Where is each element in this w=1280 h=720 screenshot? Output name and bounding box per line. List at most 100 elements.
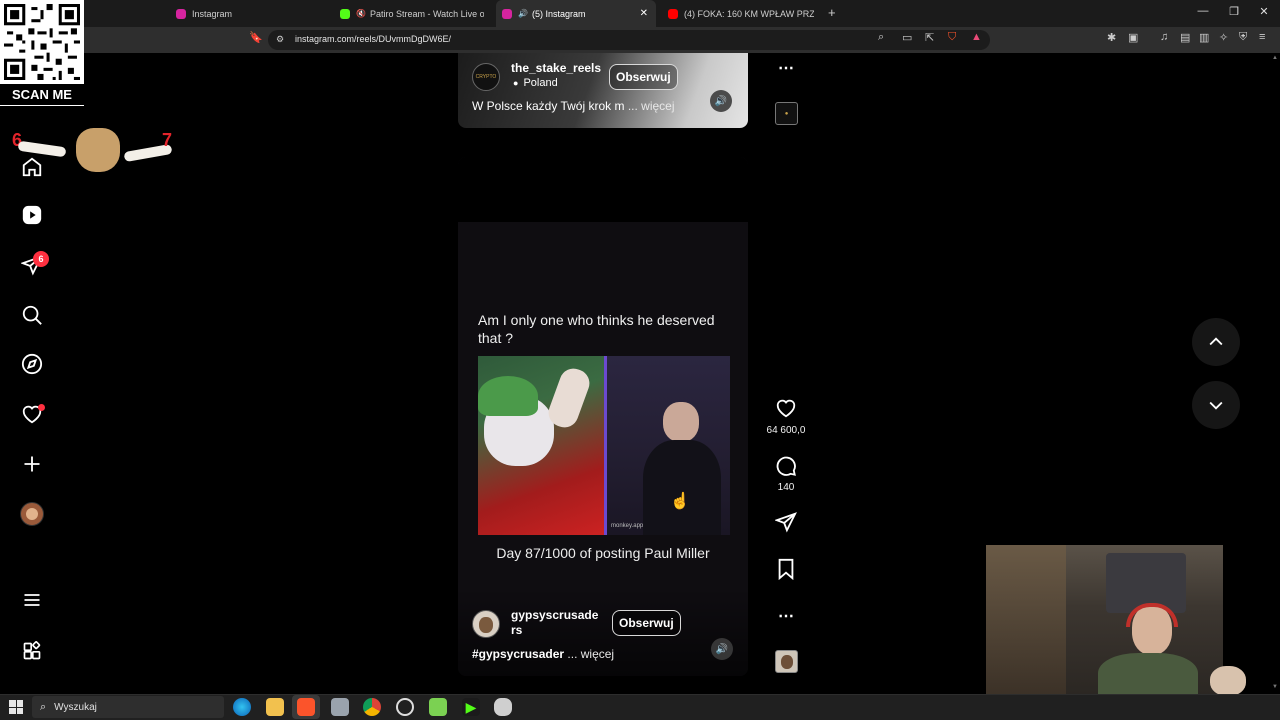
obs-app-icon[interactable] <box>396 698 414 716</box>
kick-app-icon[interactable]: ▶ <box>462 698 480 716</box>
youtube-favicon-icon <box>668 8 678 19</box>
taskbar-search[interactable]: ⌕ Wyszukaj <box>32 696 224 718</box>
tab-instagram-active[interactable]: 🔊 (5) Instagram ✕ <box>496 0 656 27</box>
previous-reel-button[interactable] <box>1192 318 1240 366</box>
home-icon[interactable] <box>20 155 44 179</box>
reel-caption: W Polsce każdy Twój krok m ... więcej <box>472 99 675 113</box>
share-icon[interactable] <box>774 511 798 538</box>
top-reel-more-options-icon[interactable]: ⋯ <box>774 58 798 78</box>
more-apps-icon[interactable] <box>20 639 44 663</box>
reading-list-icon[interactable]: ▤ <box>1180 31 1190 44</box>
avatar-face <box>479 617 493 633</box>
follow-button[interactable]: Obserwuj <box>612 610 681 636</box>
share-icon[interactable]: ⇱ <box>925 31 934 44</box>
brave-shield-icon[interactable]: ⛉ <box>948 31 956 44</box>
site-info-icon[interactable]: ⚙ <box>276 34 284 45</box>
taskbar-search-placeholder: Wyszukaj <box>54 701 97 713</box>
caption-text: W Polsce każdy Twój krok m <box>472 99 625 113</box>
cat-sticker-icon <box>76 128 120 172</box>
top-reel-audio-thumbnail[interactable]: ● <box>775 102 798 125</box>
profile-avatar[interactable] <box>20 502 44 526</box>
raised-hand-shape <box>544 364 594 432</box>
browser-menu-icon[interactable]: ≡ <box>1259 31 1265 43</box>
left-video-panel <box>478 356 604 535</box>
green-hair-shape <box>478 376 538 416</box>
reel-username[interactable]: the_stake_reels <box>511 61 601 75</box>
bookmark-icon[interactable]: 🔖 <box>249 31 263 44</box>
instagram-favicon-icon <box>176 8 186 19</box>
edge-app-icon[interactable] <box>233 698 251 716</box>
chrome-app-icon[interactable] <box>363 698 381 716</box>
search-icon[interactable] <box>20 303 44 327</box>
current-reel[interactable]: Am I only one who thinks he deserved tha… <box>458 157 748 676</box>
tab-label: Instagram <box>192 8 233 19</box>
likes-count: 64 600,0 <box>766 425 806 436</box>
caption-hashtag[interactable]: #gypsycrusader <box>472 647 564 661</box>
next-reel-button[interactable] <box>1192 381 1240 429</box>
zoom-icon[interactable]: ⌕ <box>878 31 884 44</box>
tab-label: (4) FOKA: 160 KM WPŁAW PRZEZ BA <box>684 8 814 19</box>
reel-username[interactable]: gypsyscrusaders <box>511 608 601 638</box>
audio-thumbnail[interactable] <box>775 650 798 673</box>
bald-head-sticker <box>1210 666 1246 696</box>
create-icon[interactable] <box>20 452 44 476</box>
kick-favicon-icon <box>340 8 350 19</box>
right-video-panel: monkey.app <box>607 356 730 535</box>
vpn-icon[interactable]: ⛨ <box>1239 31 1247 44</box>
like-icon[interactable] <box>774 397 798 424</box>
new-tab-icon[interactable]: + <box>828 5 836 20</box>
discord-app-icon[interactable] <box>331 698 349 716</box>
save-icon[interactable] <box>774 558 798 585</box>
menu-icon[interactable] <box>20 588 44 612</box>
reel-overlay-text: Am I only one who thinks he deserved tha… <box>478 312 715 346</box>
explore-icon[interactable] <box>20 352 44 376</box>
more-options-icon[interactable]: ⋯ <box>774 606 798 626</box>
follow-button[interactable]: Obserwuj <box>609 64 678 90</box>
wallet-icon[interactable]: ▥ <box>1199 31 1209 44</box>
tab-youtube[interactable]: (4) FOKA: 160 KM WPŁAW PRZEZ BA <box>662 0 814 27</box>
tab-kick-stream[interactable]: 🔇 Patiro Stream - Watch Live on Ki <box>334 0 484 27</box>
tab-label: Patiro Stream - Watch Live on Ki <box>369 8 484 19</box>
url-text: instagram.com/reels/DUvmmDgDW6E/ <box>295 34 452 44</box>
chevron-down-icon <box>1209 401 1223 410</box>
system-tray-app-icon[interactable] <box>494 698 512 716</box>
sound-toggle-icon[interactable]: 🔊 <box>711 638 733 660</box>
media-icon[interactable]: ♫ <box>1160 31 1168 43</box>
sound-toggle-icon[interactable]: 🔊 <box>710 90 732 112</box>
reel-location[interactable]: ● Poland <box>513 77 558 89</box>
leo-ai-icon[interactable]: ✧ <box>1219 31 1228 44</box>
scan-me-label: SCAN ME <box>0 84 84 105</box>
cast-icon[interactable]: ▭ <box>902 31 912 44</box>
tab-instagram-1[interactable]: Instagram <box>170 0 330 27</box>
brave-app-icon[interactable] <box>297 698 315 716</box>
reel-caption: #gypsycrusader ... więcej <box>472 647 614 661</box>
muted-speaker-icon: 🔇 <box>356 9 366 18</box>
previous-reel[interactable]: CRYPTO the_stake_reels ● Poland Obserwuj… <box>458 53 748 128</box>
reel-author-avatar[interactable]: CRYPTO <box>472 63 500 91</box>
location-pin-icon: ● <box>513 78 519 88</box>
streaming-app-icon[interactable] <box>429 698 447 716</box>
location-label: Poland <box>523 77 558 89</box>
brave-rewards-icon[interactable]: ▲ <box>971 31 982 43</box>
reels-icon[interactable] <box>20 203 44 227</box>
close-tab-icon[interactable]: ✕ <box>640 8 648 19</box>
mouse-cursor-icon: ☝ <box>670 493 690 510</box>
minimize-icon[interactable]: — <box>1194 5 1212 17</box>
reel-top-band <box>458 157 748 222</box>
more-link[interactable]: ... więcej <box>628 99 675 113</box>
windows-start-icon[interactable] <box>9 700 23 714</box>
comment-icon[interactable] <box>774 455 798 482</box>
extensions-icon[interactable]: ✱ <box>1107 31 1116 44</box>
scroll-up-arrow-icon[interactable]: ▲ <box>1272 55 1278 65</box>
more-link[interactable]: ... więcej <box>567 647 614 661</box>
messages-badge: 6 <box>33 251 49 267</box>
sidebar-panel-icon[interactable]: ▣ <box>1128 31 1138 44</box>
restore-icon[interactable]: ❐ <box>1225 5 1243 18</box>
close-window-icon[interactable]: ✕ <box>1255 5 1273 18</box>
file-explorer-icon[interactable] <box>266 698 284 716</box>
reel-author-avatar[interactable] <box>472 610 500 638</box>
streamer-body <box>1098 653 1198 700</box>
person-face-shape <box>663 402 699 442</box>
scroll-down-arrow-icon[interactable]: ▼ <box>1272 684 1278 694</box>
number-seven-sticker: 7 <box>162 130 173 150</box>
